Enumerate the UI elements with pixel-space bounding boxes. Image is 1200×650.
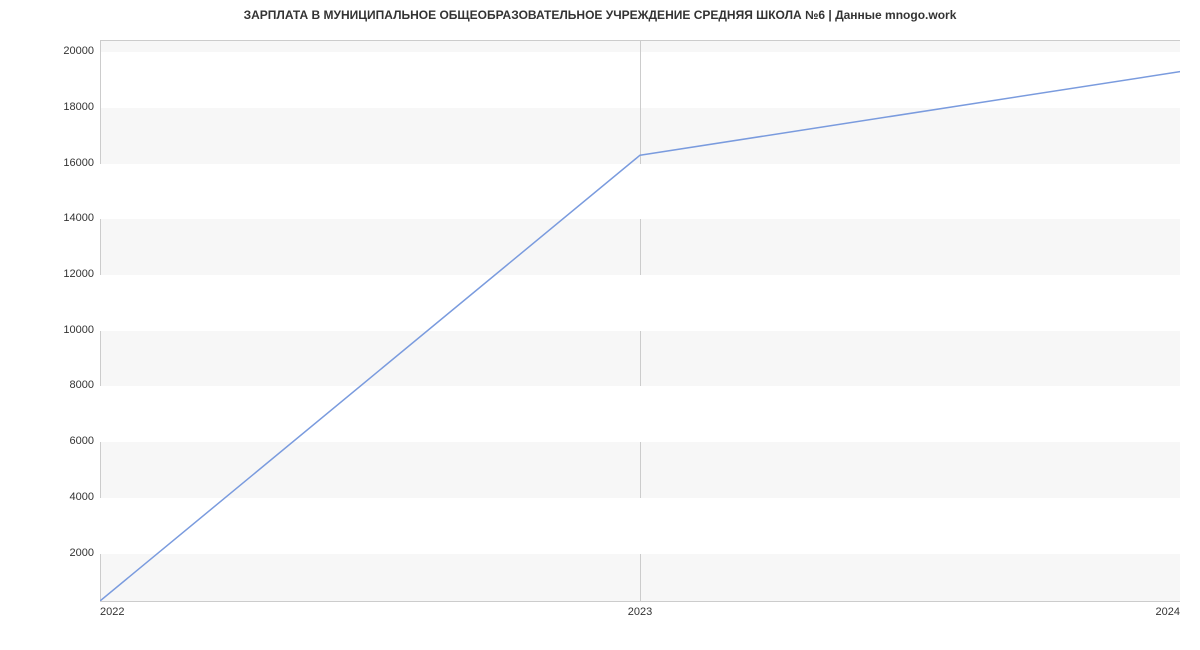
- series-svg: [100, 41, 1180, 601]
- y-tick-label: 8000: [14, 379, 94, 391]
- y-tick-label: 6000: [14, 435, 94, 447]
- y-tick-label: 16000: [14, 157, 94, 169]
- y-tick-label: 2000: [14, 547, 94, 559]
- y-tick-label: 14000: [14, 212, 94, 224]
- series-line: [100, 72, 1180, 601]
- y-tick-label: 10000: [14, 324, 94, 336]
- x-tick-label: 2023: [628, 606, 652, 618]
- x-tick-label: 2022: [100, 606, 124, 618]
- chart-title: ЗАРПЛАТА В МУНИЦИПАЛЬНОЕ ОБЩЕОБРАЗОВАТЕЛ…: [0, 8, 1200, 22]
- y-tick-label: 4000: [14, 491, 94, 503]
- plot-area: [100, 40, 1180, 602]
- x-tick-label: 2024: [1156, 606, 1180, 618]
- y-tick-label: 12000: [14, 268, 94, 280]
- y-tick-label: 18000: [14, 101, 94, 113]
- chart-container: ЗАРПЛАТА В МУНИЦИПАЛЬНОЕ ОБЩЕОБРАЗОВАТЕЛ…: [0, 0, 1200, 650]
- y-tick-label: 20000: [14, 45, 94, 57]
